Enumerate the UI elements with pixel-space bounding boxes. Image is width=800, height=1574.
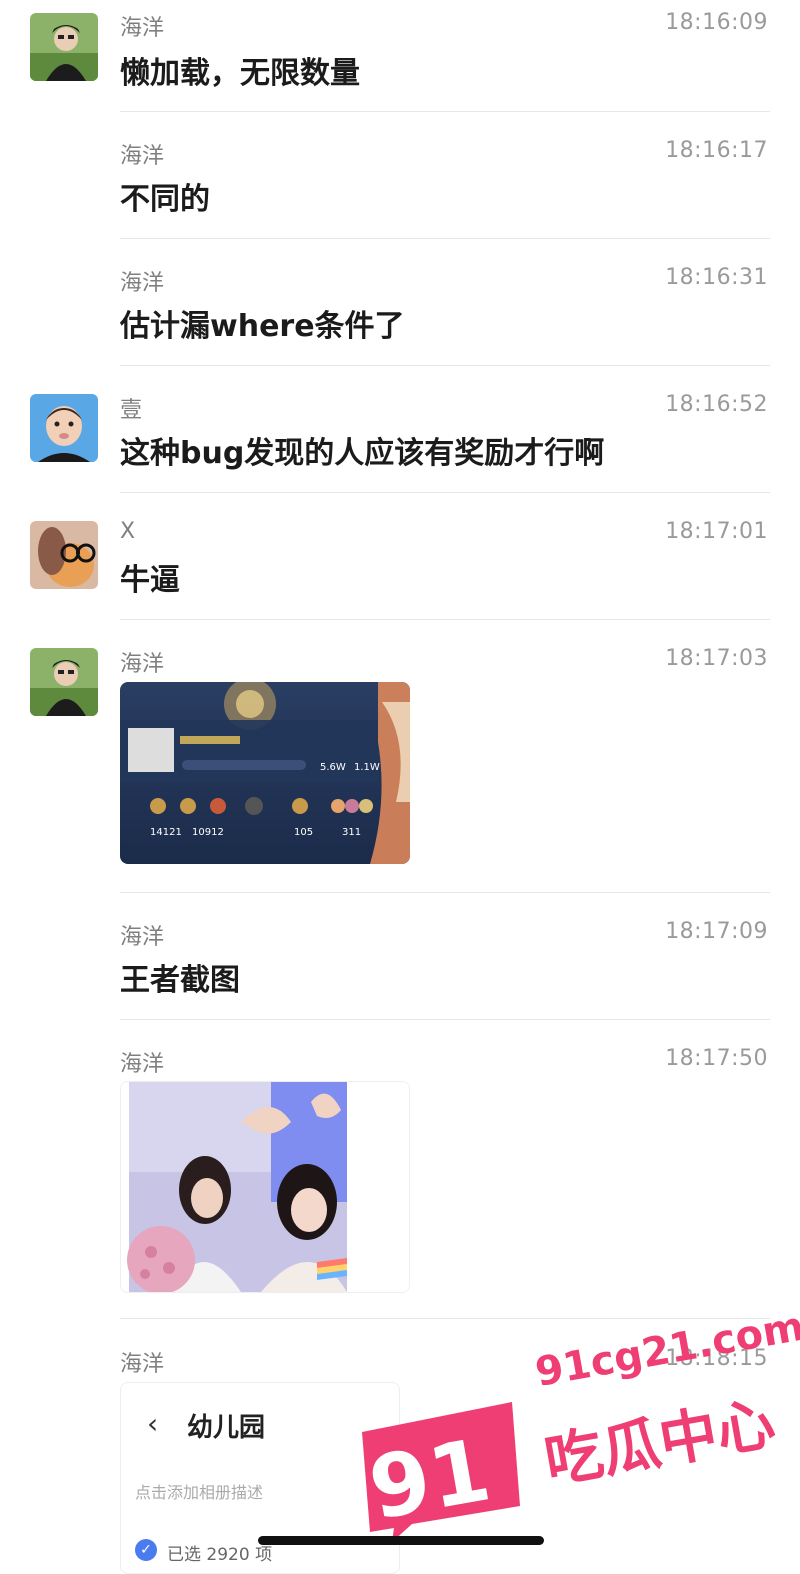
divider: [120, 1019, 770, 1020]
sender-name: 海洋: [120, 1352, 165, 1377]
sender-name: 海洋: [120, 652, 165, 677]
thumbs-count: 1.1W: [354, 762, 380, 773]
photo-image[interactable]: [120, 1081, 410, 1293]
sender-name: 海洋: [120, 16, 165, 41]
sender-name: X: [120, 519, 136, 544]
stat-value: 10912: [192, 827, 224, 838]
avatar[interactable]: [30, 521, 98, 589]
sender-name: 海洋: [120, 144, 165, 169]
timestamp: 18:17:03: [665, 646, 768, 671]
stat-value: 105: [294, 827, 313, 838]
avatar[interactable]: [30, 13, 98, 81]
divider: [120, 111, 770, 112]
timestamp: 18:17:09: [665, 919, 768, 944]
avatar[interactable]: [30, 648, 98, 716]
sender-name: 海洋: [120, 1052, 165, 1077]
timestamp: 18:16:17: [665, 138, 768, 163]
divider: [120, 492, 770, 493]
message-text: 这种bug发现的人应该有奖励才行啊: [120, 436, 605, 471]
message-text: 不同的: [120, 182, 210, 217]
message-text: 估计漏where条件了: [120, 309, 405, 344]
timestamp: 18:16:09: [665, 10, 768, 35]
divider: [120, 892, 770, 893]
divider: [120, 238, 770, 239]
watermark-brand: 吃瓜中心: [539, 1388, 780, 1497]
watermark-number: 91: [362, 1420, 498, 1540]
selected-check-icon: ✓: [135, 1539, 157, 1561]
timestamp: 18:16:31: [665, 265, 768, 290]
game-screenshot-image[interactable]: 5.6W 1.1W 14121 10912 105 311: [120, 682, 410, 864]
sender-name: 海洋: [120, 925, 165, 950]
divider: [120, 365, 770, 366]
stat-value: 14121: [150, 827, 182, 838]
sender-name: 壹: [120, 398, 143, 423]
message-text: 王者截图: [120, 963, 240, 998]
home-indicator[interactable]: [258, 1536, 544, 1545]
selected-count: 已选 2920 项: [167, 1545, 273, 1565]
stat-value: 311: [342, 827, 361, 838]
album-description-placeholder[interactable]: 点击添加相册描述: [135, 1479, 263, 1503]
message-text: 懒加载，无限数量: [120, 56, 360, 91]
avatar[interactable]: [30, 394, 98, 462]
album-title: 幼儿园: [187, 1413, 266, 1443]
message-text: 牛逼: [120, 563, 180, 598]
timestamp: 18:17:50: [665, 1046, 768, 1071]
divider: [120, 619, 770, 620]
timestamp: 18:16:52: [665, 392, 768, 417]
sender-name: 海洋: [120, 271, 165, 296]
back-chevron-icon[interactable]: ‹: [147, 1407, 158, 1440]
timestamp: 18:17:01: [665, 519, 768, 544]
divider: [120, 1318, 770, 1319]
likes-count: 5.6W: [320, 762, 346, 773]
